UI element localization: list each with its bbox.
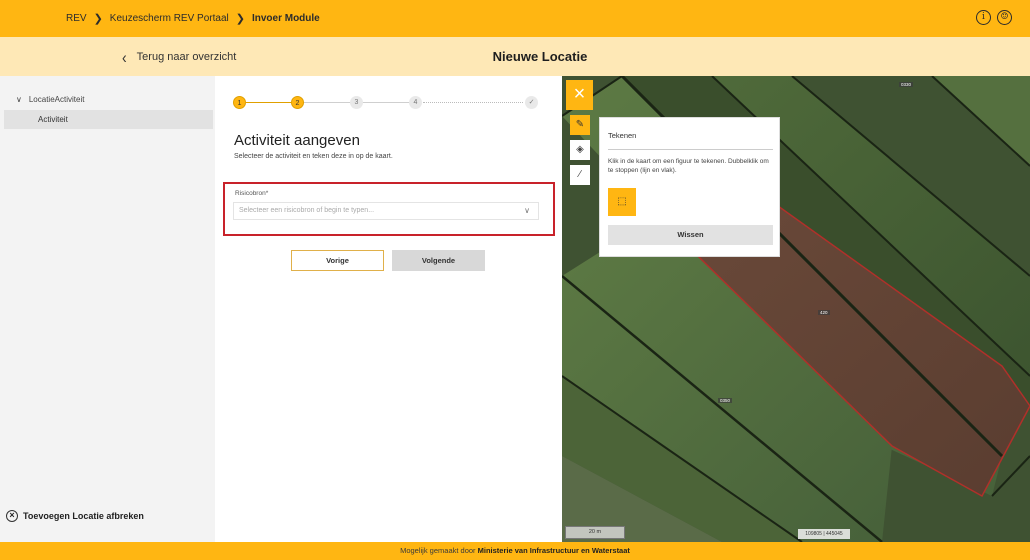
step-final: ✓ bbox=[525, 96, 538, 109]
breadcrumb-item-rev[interactable]: REV bbox=[66, 13, 87, 24]
breadcrumb-item-current: Invoer Module bbox=[251, 13, 320, 24]
step-connector bbox=[303, 102, 351, 103]
map-label: 0350 bbox=[718, 398, 733, 403]
next-button[interactable]: Volgende bbox=[392, 250, 485, 271]
step-2[interactable]: 2 bbox=[291, 96, 304, 109]
abort-label: Toevoegen Locatie afbreken bbox=[23, 511, 144, 521]
back-label: Terug naar overzicht bbox=[136, 50, 237, 63]
breadcrumb: REV ❯ Keuzescherm REV Portaal ❯ Invoer M… bbox=[66, 0, 320, 37]
tree-item-label: LocatieActiviteit bbox=[28, 95, 85, 104]
step-4: 4 bbox=[409, 96, 422, 109]
map-view[interactable]: 0330 420 0350 × ✎ ◈ ∕ Tekenen Klik in de… bbox=[562, 76, 1030, 542]
chevron-right-icon: ❯ bbox=[235, 13, 245, 25]
pencil-icon[interactable]: ✎ bbox=[570, 115, 590, 135]
stepper: 1 2 3 4 ✓ bbox=[233, 96, 543, 110]
layers-icon[interactable]: ◈ bbox=[570, 140, 590, 160]
step-connector bbox=[423, 102, 523, 103]
step-connector bbox=[246, 102, 296, 103]
coordinates-readout: 109805 | 445045 bbox=[798, 529, 850, 539]
breadcrumb-item-keuzescherm[interactable]: Keuzescherm REV Portaal bbox=[110, 13, 229, 24]
info-icon[interactable]: i bbox=[976, 10, 991, 25]
top-icons: i ☺ bbox=[976, 10, 1012, 25]
sub-header: Nieuwe Locatie ‹ Terug naar overzicht bbox=[0, 37, 1030, 76]
form-subtitle: Selecteer de activiteit en teken deze in… bbox=[234, 153, 393, 160]
chevron-right-icon: ❯ bbox=[93, 13, 103, 25]
abort-button[interactable]: × Toevoegen Locatie afbreken bbox=[6, 510, 144, 522]
footer-org-link[interactable]: Ministerie van Infrastructuur en Waterst… bbox=[478, 546, 630, 555]
scale-bar: 20 m bbox=[565, 526, 625, 539]
chevron-down-icon: ∨ bbox=[524, 206, 530, 215]
top-bar: REV ❯ Keuzescherm REV Portaal ❯ Invoer M… bbox=[0, 0, 1030, 37]
footer-prefix: Mogelijk gemaakt door bbox=[400, 546, 478, 555]
clear-button[interactable]: Wissen bbox=[608, 225, 773, 245]
step-1[interactable]: 1 bbox=[233, 96, 246, 109]
draw-panel: Tekenen Klik in de kaart om een figuur t… bbox=[599, 117, 780, 257]
close-icon[interactable]: × bbox=[566, 80, 593, 110]
draw-help-text: Klik in de kaart om een figuur te tekene… bbox=[608, 158, 769, 174]
risicobron-label: Risicobron* bbox=[235, 190, 269, 197]
step-connector bbox=[362, 102, 410, 103]
form-title: Activiteit aangeven bbox=[234, 132, 360, 149]
select-placeholder: Selecteer een risicobron of begin te typ… bbox=[239, 207, 375, 214]
close-circle-icon: × bbox=[6, 510, 18, 522]
sidebar: ∨ LocatieActiviteit Activiteit × Toevoeg… bbox=[0, 76, 215, 542]
chevron-left-icon: ‹ bbox=[122, 46, 127, 67]
footer: Mogelijk gemaakt door Ministerie van Inf… bbox=[0, 542, 1030, 560]
user-icon[interactable]: ☺ bbox=[997, 10, 1012, 25]
tree-item-activiteit[interactable]: Activiteit bbox=[4, 110, 213, 129]
map-label: 0330 bbox=[899, 82, 914, 87]
main-panel: 1 2 3 4 ✓ Activiteit aangeven Selecteer … bbox=[215, 76, 562, 542]
map-toolbar: × ✎ ◈ ∕ bbox=[566, 80, 596, 185]
back-to-overview-link[interactable]: ‹ Terug naar overzicht bbox=[122, 37, 236, 76]
ruler-icon[interactable]: ∕ bbox=[570, 165, 590, 185]
tree-item-locatieactiviteit[interactable]: ∨ LocatieActiviteit bbox=[16, 95, 84, 104]
map-label: 420 bbox=[818, 310, 830, 315]
risicobron-select[interactable]: Selecteer een risicobron of begin te typ… bbox=[233, 202, 539, 220]
chevron-down-icon: ∨ bbox=[16, 95, 22, 104]
draw-polygon-icon[interactable]: ⬚ bbox=[608, 188, 636, 216]
divider bbox=[608, 149, 773, 150]
step-3: 3 bbox=[350, 96, 363, 109]
draw-panel-title: Tekenen bbox=[608, 131, 637, 140]
previous-button[interactable]: Vorige bbox=[291, 250, 384, 271]
